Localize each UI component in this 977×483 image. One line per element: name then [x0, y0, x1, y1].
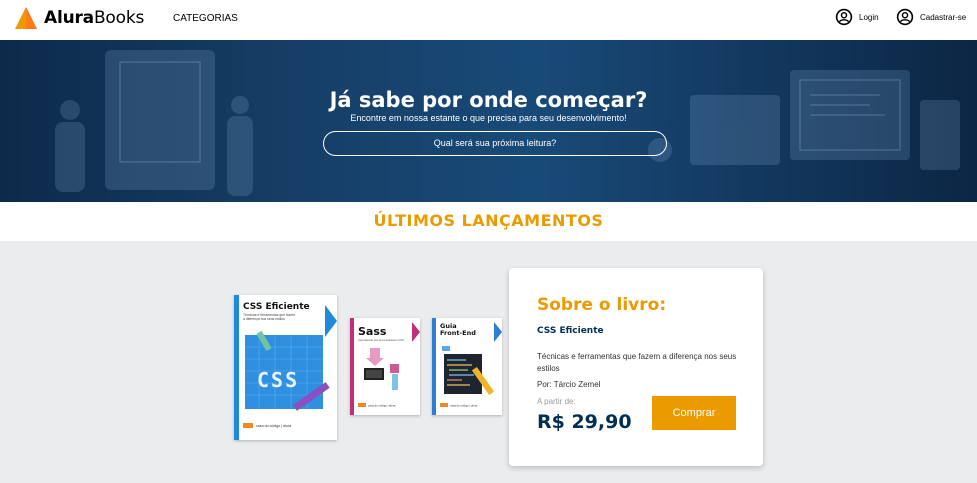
price-label: A partir de: [537, 397, 576, 406]
book-detail-card: Sobre o livro: CSS Eficiente Técnicas e … [509, 268, 763, 466]
sass-cover-art: Sass Aprendendo pré-processadores CSS ca… [358, 322, 420, 408]
cover-title: CSS Eficiente [243, 302, 310, 312]
card-book-title: CSS Eficiente [537, 326, 604, 336]
book-cover-sass[interactable]: Sass Aprendendo pré-processadores CSS ca… [350, 318, 420, 415]
nav-categories[interactable]: CATEGORIAS [173, 13, 238, 24]
section-title: ÚLTIMOS LANÇAMENTOS [373, 211, 604, 230]
svg-text:Aprendendo pré-processadores C: Aprendendo pré-processadores CSS [358, 338, 404, 342]
banner-subtitle: Encontre em nossa estante o que precisa … [350, 113, 627, 123]
css-cover-art: CSS Eficiente Técnicas e ferramentas que… [243, 302, 337, 428]
book-cover-guia-front-end[interactable]: Guia Front-End casa do código | alura [432, 318, 502, 415]
login-label: Login [859, 12, 879, 22]
user-circle-icon [896, 8, 914, 26]
signup-label: Cadastrar-se [920, 12, 967, 22]
signup-link[interactable]: Cadastrar-se [896, 8, 966, 26]
buy-button[interactable]: Comprar [652, 396, 736, 430]
svg-text:a diferença nos seus estilos: a diferença nos seus estilos [243, 317, 285, 321]
cover-publisher: casa do código | alura [368, 404, 396, 408]
alurabooks-logo-icon [15, 7, 37, 29]
cover-publisher: casa do código | alura [450, 404, 478, 408]
card-description: Técnicas e ferramentas que fazem a difer… [537, 352, 737, 373]
cover-title: Sass [358, 325, 387, 338]
cover-word: CSS [257, 368, 299, 392]
latest-releases-showcase: CSS Eficiente Técnicas e ferramentas que… [0, 241, 977, 483]
site-header: AluraBooks CATEGORIAS Login Cadastrar-se [0, 0, 977, 40]
search-input[interactable]: Qual será sua próxima leitura? [323, 131, 667, 156]
login-link[interactable]: Login [835, 8, 879, 26]
cover-publisher: casa do código | alura [256, 424, 291, 428]
cover-title-line2: Front-End [440, 329, 476, 337]
hero-banner: Já sabe por onde começar? Encontre em no… [0, 40, 977, 202]
card-heading: Sobre o livro: [537, 295, 667, 315]
banner-title: Já sabe por onde começar? [329, 88, 648, 112]
front-end-cover-art: Guia Front-End casa do código | alura [440, 322, 502, 408]
logo-text: AluraBooks [44, 8, 145, 28]
price-value: R$ 29,90 [537, 411, 632, 433]
book-cover-css-eficiente[interactable]: CSS Eficiente Técnicas e ferramentas que… [234, 295, 337, 440]
card-author: Por: Tárcio Zemel [537, 380, 601, 389]
user-circle-icon [835, 8, 853, 26]
logo[interactable]: AluraBooks [14, 6, 144, 30]
